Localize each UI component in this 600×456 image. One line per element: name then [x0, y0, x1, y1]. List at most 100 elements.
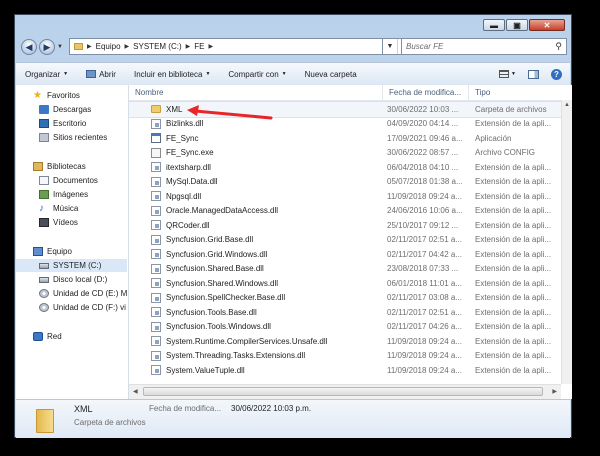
- nav-cd-drive-e[interactable]: Unidad de CD (E:) M: [39, 287, 127, 300]
- file-row[interactable]: Syncfusion.Shared.Base.dll 23/08/2018 07:…: [129, 262, 561, 277]
- documents-icon: [39, 176, 49, 185]
- view-list-icon: [499, 70, 510, 78]
- breadcrumb-computer[interactable]: Equipo: [96, 42, 121, 51]
- chevron-right-icon[interactable]: ▶: [186, 43, 191, 50]
- dll-icon: [151, 365, 161, 376]
- dll-icon: [151, 307, 161, 318]
- change-view-button[interactable]: ▼: [499, 70, 516, 78]
- nav-libraries[interactable]: Bibliotecas: [33, 160, 86, 173]
- file-row[interactable]: Syncfusion.Grid.Windows.dll 02/11/2017 04…: [129, 247, 561, 262]
- nav-music[interactable]: ♪ Música: [39, 202, 78, 215]
- dropdown-arrow-icon: ▼: [281, 71, 287, 77]
- file-row[interactable]: Syncfusion.Shared.Windows.dll 06/01/2018 …: [129, 276, 561, 291]
- file-name: Syncfusion.Shared.Base.dll: [166, 264, 264, 274]
- search-icon[interactable]: ⚲: [555, 39, 562, 54]
- share-with-button[interactable]: Compartir con ▼: [219, 70, 295, 79]
- file-date: 02/11/2017 02:51 a...: [387, 235, 463, 245]
- nav-system-drive[interactable]: SYSTEM (C:): [16, 259, 127, 272]
- dll-icon: [151, 191, 161, 202]
- nav-downloads[interactable]: Descargas: [39, 103, 91, 116]
- file-type: Archivo CONFIG: [475, 148, 536, 158]
- preview-pane-icon[interactable]: [528, 69, 539, 79]
- nav-label: Disco local (D:): [53, 275, 108, 284]
- file-name: Oracle.ManagedDataAccess.dll: [166, 206, 279, 216]
- breadcrumb-fe[interactable]: FE: [194, 42, 204, 51]
- file-row[interactable]: Syncfusion.Grid.Base.dll 02/11/2017 02:51…: [129, 233, 561, 248]
- scroll-left-icon[interactable]: ◀: [133, 388, 138, 395]
- file-row[interactable]: Syncfusion.Tools.Windows.dll 02/11/2017 0…: [129, 320, 561, 335]
- file-type: Extensión de la apli...: [475, 351, 552, 361]
- view-controls: ▼ ?: [499, 68, 570, 80]
- column-header-date[interactable]: Fecha de modifica...: [383, 85, 469, 100]
- nav-recent-places[interactable]: Sitios recientes: [39, 131, 107, 144]
- dll-icon: [151, 321, 161, 332]
- share-label: Compartir con: [228, 69, 279, 79]
- file-row[interactable]: Npgsql.dll 11/09/2018 09:24 a... Extensión…: [129, 189, 561, 204]
- dll-icon: [151, 292, 161, 303]
- cd-drive-icon: [39, 303, 49, 312]
- address-history-dropdown-icon[interactable]: ▼: [383, 39, 397, 54]
- include-label: Incluir en biblioteca: [133, 69, 203, 79]
- minimize-button[interactable]: ▬: [483, 19, 505, 31]
- column-header-type[interactable]: Tipo: [469, 85, 572, 100]
- help-icon[interactable]: ?: [551, 68, 562, 80]
- file-name: System.Threading.Tasks.Extensions.dll: [166, 351, 306, 361]
- breadcrumb-system-drive[interactable]: SYSTEM (C:): [133, 42, 181, 51]
- chevron-right-icon[interactable]: ▶: [87, 43, 92, 50]
- organize-button[interactable]: Organizar ▼: [16, 70, 77, 79]
- file-type: Extensión de la apli...: [475, 336, 552, 346]
- file-row[interactable]: System.ValueTuple.dll 11/09/2018 09:24 a.…: [129, 363, 561, 378]
- forward-button[interactable]: ▶: [39, 39, 55, 55]
- file-row[interactable]: FE_Sync 17/09/2021 09:46 a... Aplicación: [129, 131, 561, 146]
- file-row[interactable]: MySql.Data.dll 05/07/2018 01:38 a... Exten…: [129, 175, 561, 190]
- file-row[interactable]: itextsharp.dll 06/04/2018 04:10 ... Extens…: [129, 160, 561, 175]
- forward-arrow-icon: ▶: [43, 42, 51, 52]
- chevron-right-icon[interactable]: ▶: [208, 43, 213, 50]
- drive-icon: [39, 276, 49, 283]
- file-row[interactable]: System.Runtime.CompilerServices.Unsafe.d…: [129, 334, 561, 349]
- open-button[interactable]: Abrir: [77, 70, 125, 79]
- file-name: FE_Sync: [166, 133, 199, 143]
- dropdown-arrow-icon: ▼: [205, 71, 211, 77]
- scroll-right-icon[interactable]: ▶: [552, 388, 557, 395]
- scroll-up-icon[interactable]: ▲: [564, 102, 570, 108]
- dll-icon: [151, 162, 161, 173]
- file-type: Extensión de la apli...: [475, 365, 552, 375]
- search-input[interactable]: Buscar FE ⚲: [401, 38, 567, 55]
- nav-favorites[interactable]: ★ Favoritos: [33, 89, 80, 102]
- horizontal-scrollbar[interactable]: ◀ ▶: [129, 384, 561, 399]
- address-bar[interactable]: ▶ Equipo ▶ SYSTEM (C:) ▶ FE ▶: [69, 38, 383, 55]
- nav-label: Vídeos: [53, 218, 78, 227]
- file-row[interactable]: FE_Sync.exe 30/06/2022 08:57 ... Archivo C…: [129, 146, 561, 161]
- scroll-thumb[interactable]: [143, 387, 543, 396]
- nav-computer[interactable]: Equipo: [33, 245, 72, 258]
- file-row[interactable]: Oracle.ManagedDataAccess.dll 24/06/2016 1…: [129, 204, 561, 219]
- nav-network[interactable]: Red: [33, 330, 62, 343]
- back-button[interactable]: ◀: [21, 39, 37, 55]
- nav-label: Descargas: [53, 105, 92, 114]
- vertical-scrollbar[interactable]: ▲: [561, 100, 572, 384]
- nav-label: Unidad de CD (F:) vi: [53, 303, 126, 312]
- column-header-name[interactable]: Nombre: [129, 85, 383, 100]
- chevron-right-icon[interactable]: ▶: [125, 43, 130, 50]
- file-row[interactable]: Syncfusion.Tools.Base.dll 02/11/2017 02:5…: [129, 305, 561, 320]
- file-name-cell: Npgsql.dll: [129, 191, 383, 202]
- command-bar: Organizar ▼ Abrir Incluir en biblioteca ▼ …: [16, 62, 570, 86]
- nav-desktop[interactable]: Escritorio: [39, 117, 86, 130]
- file-date: 17/09/2021 09:46 a...: [387, 133, 463, 143]
- nav-documents[interactable]: Documentos: [39, 174, 98, 187]
- nav-cd-drive-f[interactable]: Unidad de CD (F:) vi: [39, 301, 126, 314]
- include-in-library-button[interactable]: Incluir en biblioteca ▼: [125, 70, 219, 79]
- recent-pages-dropdown-icon[interactable]: ▼: [57, 44, 63, 50]
- close-button[interactable]: ✕: [529, 19, 565, 31]
- file-row[interactable]: Syncfusion.SpellChecker.Base.dll 02/11/20…: [129, 291, 561, 306]
- nav-videos[interactable]: Vídeos: [39, 216, 78, 229]
- maximize-button[interactable]: ▣: [506, 19, 528, 31]
- file-name-cell: Syncfusion.Shared.Base.dll: [129, 263, 383, 274]
- nav-local-disk-d[interactable]: Disco local (D:): [39, 273, 107, 286]
- new-folder-button[interactable]: Nueva carpeta: [296, 70, 366, 79]
- file-row[interactable]: System.Threading.Tasks.Extensions.dll 11/…: [129, 349, 561, 364]
- file-row[interactable]: QRCoder.dll 25/10/2017 09:12 ... Extensión…: [129, 218, 561, 233]
- details-pane: XML Carpeta de archivos Fecha de modific…: [16, 399, 570, 438]
- nav-images[interactable]: Imágenes: [39, 188, 88, 201]
